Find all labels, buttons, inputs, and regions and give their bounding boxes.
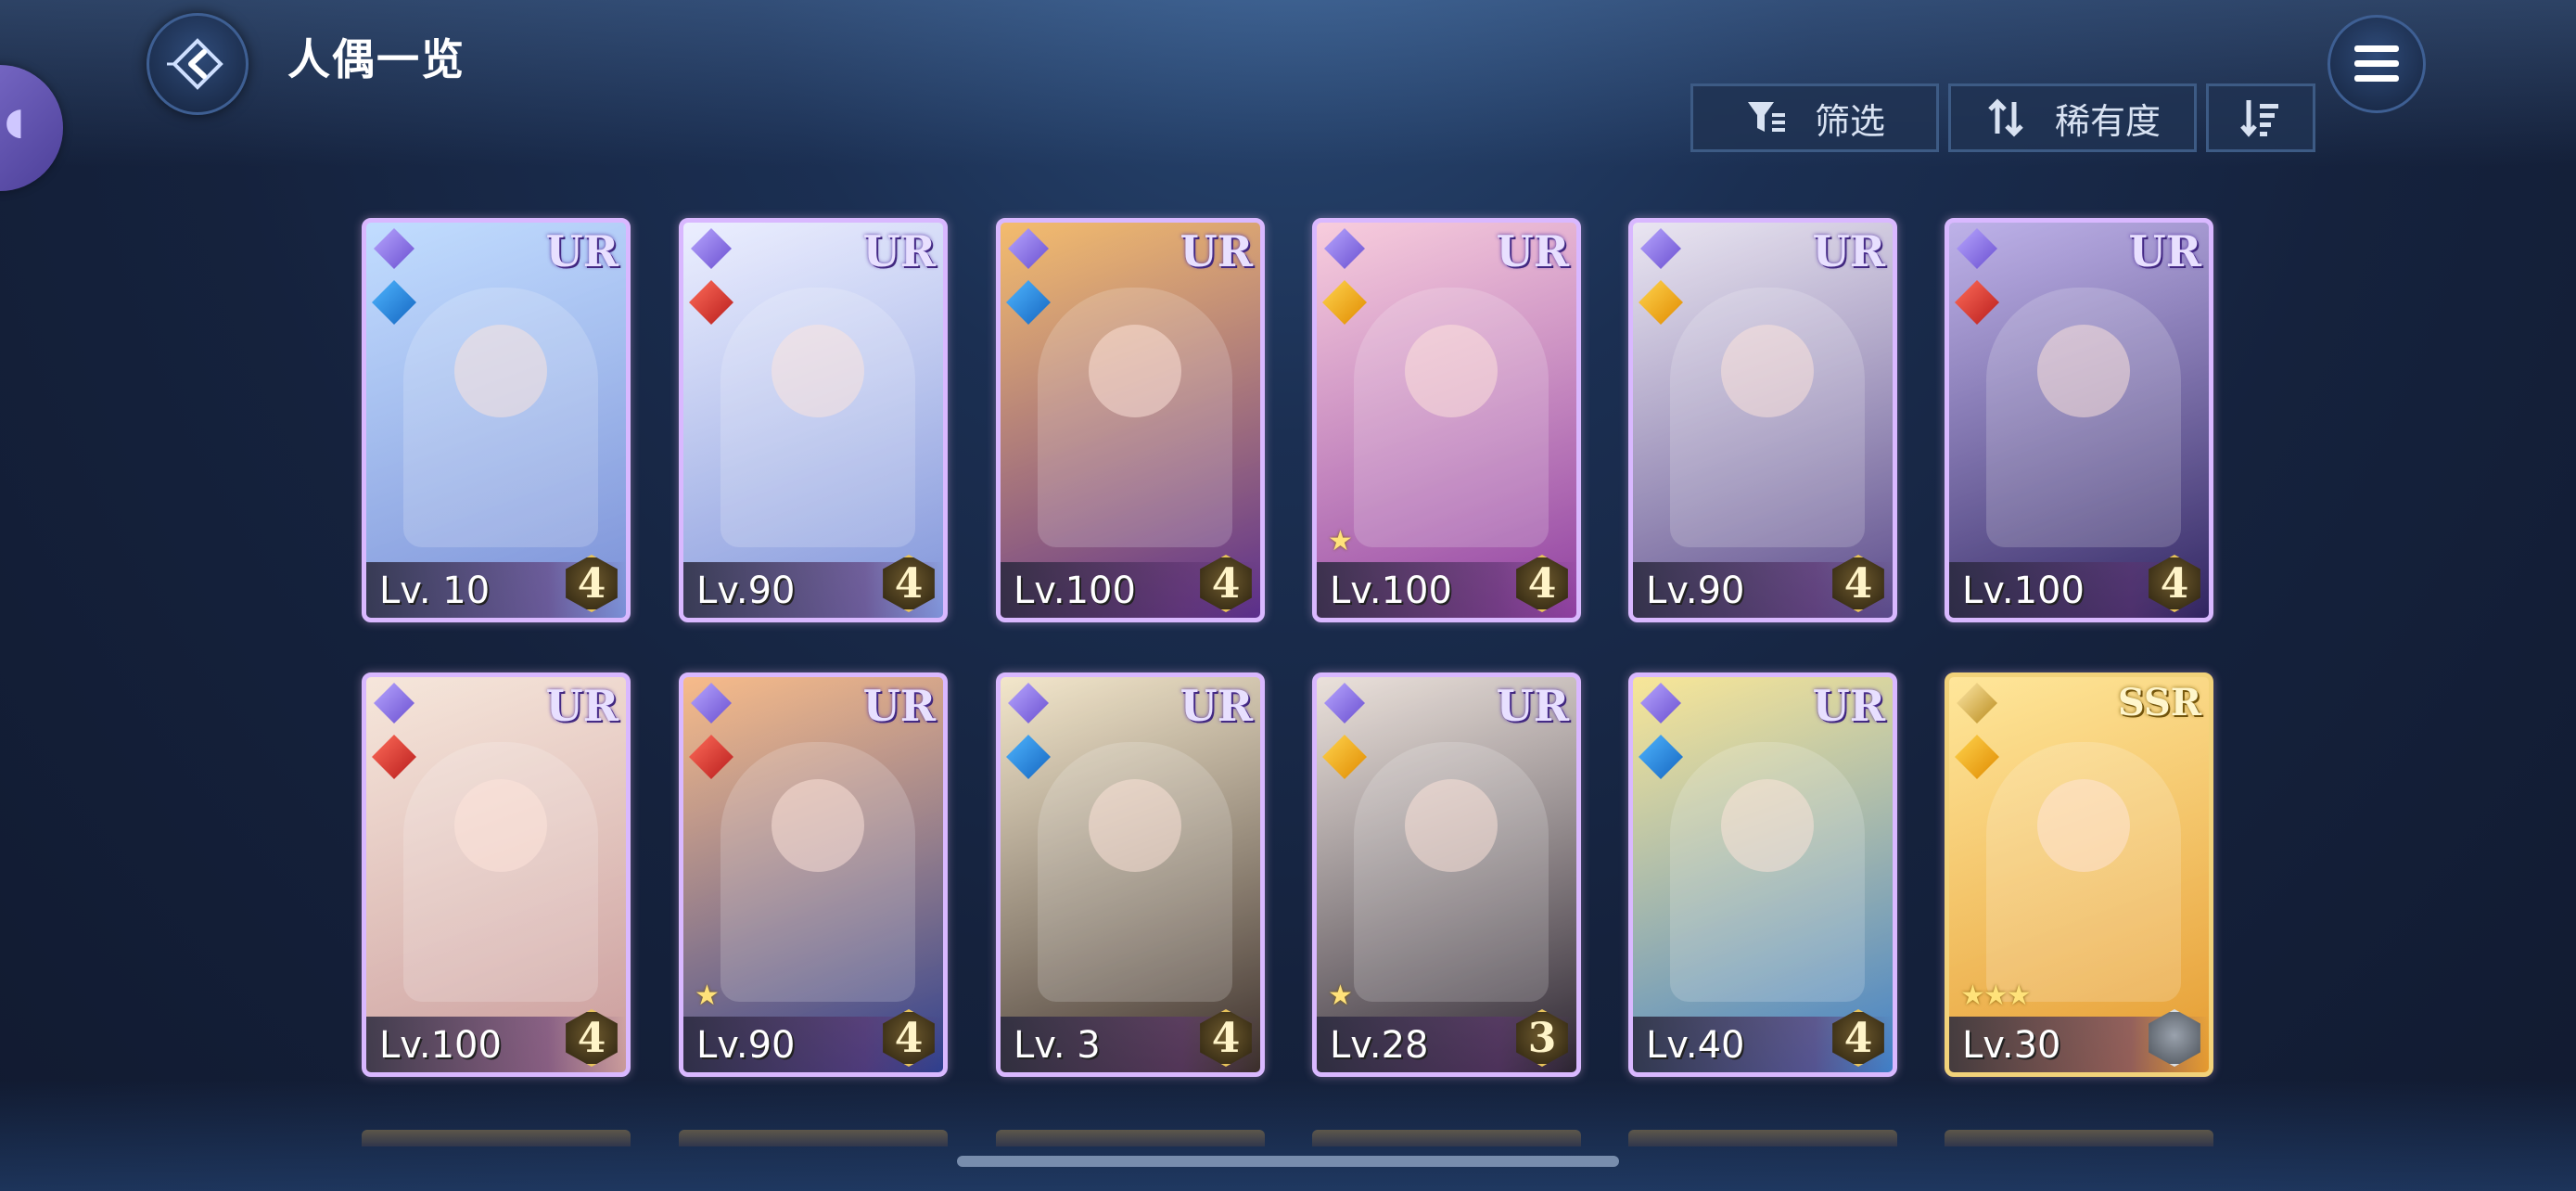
- filter-label: 筛选: [1814, 100, 1885, 142]
- character-face: [772, 779, 864, 872]
- character-face: [772, 325, 864, 417]
- star-rating: ★: [695, 980, 720, 1012]
- character-face: [1405, 779, 1498, 872]
- filter-button[interactable]: 筛选: [1690, 83, 1939, 152]
- level-label: Lv.100: [1014, 570, 1136, 612]
- partial-card: [1945, 1130, 2213, 1146]
- rarity-label: UR: [2128, 226, 2201, 276]
- level-label: Lv.100: [1330, 570, 1452, 612]
- doll-card[interactable]: UR Lv.100 4: [996, 218, 1265, 622]
- character-face: [454, 325, 547, 417]
- character-face: [1089, 325, 1181, 417]
- back-button[interactable]: [147, 13, 249, 115]
- character-face: [2037, 779, 2130, 872]
- back-arrow-icon: [167, 38, 223, 90]
- rarity-label: UR: [1812, 681, 1885, 731]
- rarity-label: 稀有度: [2054, 100, 2161, 142]
- rarity-label: UR: [545, 226, 618, 276]
- level-label: Lv.90: [696, 570, 796, 612]
- character-face: [1089, 779, 1181, 872]
- partial-card: [996, 1130, 1265, 1146]
- level-label: Lv.100: [1962, 570, 2085, 612]
- rarity-sort-button[interactable]: 稀有度: [1948, 83, 2197, 152]
- star-rating: ★: [1328, 980, 1353, 1012]
- level-label: Lv.90: [696, 1024, 796, 1067]
- menu-button[interactable]: [2327, 15, 2426, 113]
- rarity-label: UR: [1180, 681, 1253, 731]
- doll-card[interactable]: UR Lv.100 4: [362, 672, 631, 1077]
- partial-card: [1628, 1130, 1897, 1146]
- doll-card[interactable]: UR ★ Lv.90 4: [679, 672, 948, 1077]
- star-rating: ★: [1328, 525, 1353, 557]
- partial-card: [1312, 1130, 1581, 1146]
- doll-card[interactable]: UR Lv.100 4: [1945, 218, 2213, 622]
- rarity-label: SSR: [2117, 681, 2201, 724]
- level-label: Lv.40: [1646, 1024, 1745, 1067]
- character-face: [1721, 779, 1814, 872]
- side-drawer-tab[interactable]: ◖: [0, 65, 63, 191]
- sort-order-icon: [2240, 100, 2278, 137]
- page-title: 人偶一览: [287, 34, 465, 84]
- doll-card[interactable]: UR Lv.90 4: [679, 218, 948, 622]
- doll-card[interactable]: UR Lv.90 4: [1628, 218, 1897, 622]
- level-label: Lv. 3: [1014, 1024, 1101, 1067]
- doll-card[interactable]: UR Lv. 10 4: [362, 218, 631, 622]
- character-face: [1405, 325, 1498, 417]
- rarity-label: UR: [1180, 226, 1253, 276]
- rarity-label: UR: [545, 681, 618, 731]
- doll-card[interactable]: UR ★ Lv.28 3: [1312, 672, 1581, 1077]
- star-rating: ★★★: [1960, 980, 2032, 1012]
- gamepad-icon: ◖: [5, 100, 25, 143]
- rarity-label: UR: [862, 681, 936, 731]
- sort-arrows-icon: [1988, 98, 2023, 137]
- character-face: [454, 779, 547, 872]
- level-label: Lv.90: [1646, 570, 1745, 612]
- partial-card: [679, 1130, 948, 1146]
- level-label: Lv.30: [1962, 1024, 2061, 1067]
- doll-card[interactable]: UR Lv.40 4: [1628, 672, 1897, 1077]
- sort-order-button[interactable]: [2206, 83, 2315, 152]
- doll-card[interactable]: SSR ★★★ Lv.30: [1945, 672, 2213, 1077]
- rarity-label: UR: [1496, 681, 1569, 731]
- level-label: Lv.28: [1330, 1024, 1429, 1067]
- partial-card: [362, 1130, 631, 1146]
- filter-icon: [1747, 102, 1785, 132]
- home-indicator: [957, 1156, 1619, 1167]
- character-face: [1721, 325, 1814, 417]
- rarity-label: UR: [1496, 226, 1569, 276]
- level-label: Lv.100: [379, 1024, 502, 1067]
- doll-card[interactable]: UR ★ Lv.100 4: [1312, 218, 1581, 622]
- doll-card[interactable]: UR Lv. 34: [996, 672, 1265, 1077]
- hamburger-menu-icon: [2354, 45, 2399, 82]
- rarity-label: UR: [1812, 226, 1885, 276]
- level-label: Lv. 10: [379, 570, 491, 612]
- rarity-label: UR: [862, 226, 936, 276]
- character-face: [2037, 325, 2130, 417]
